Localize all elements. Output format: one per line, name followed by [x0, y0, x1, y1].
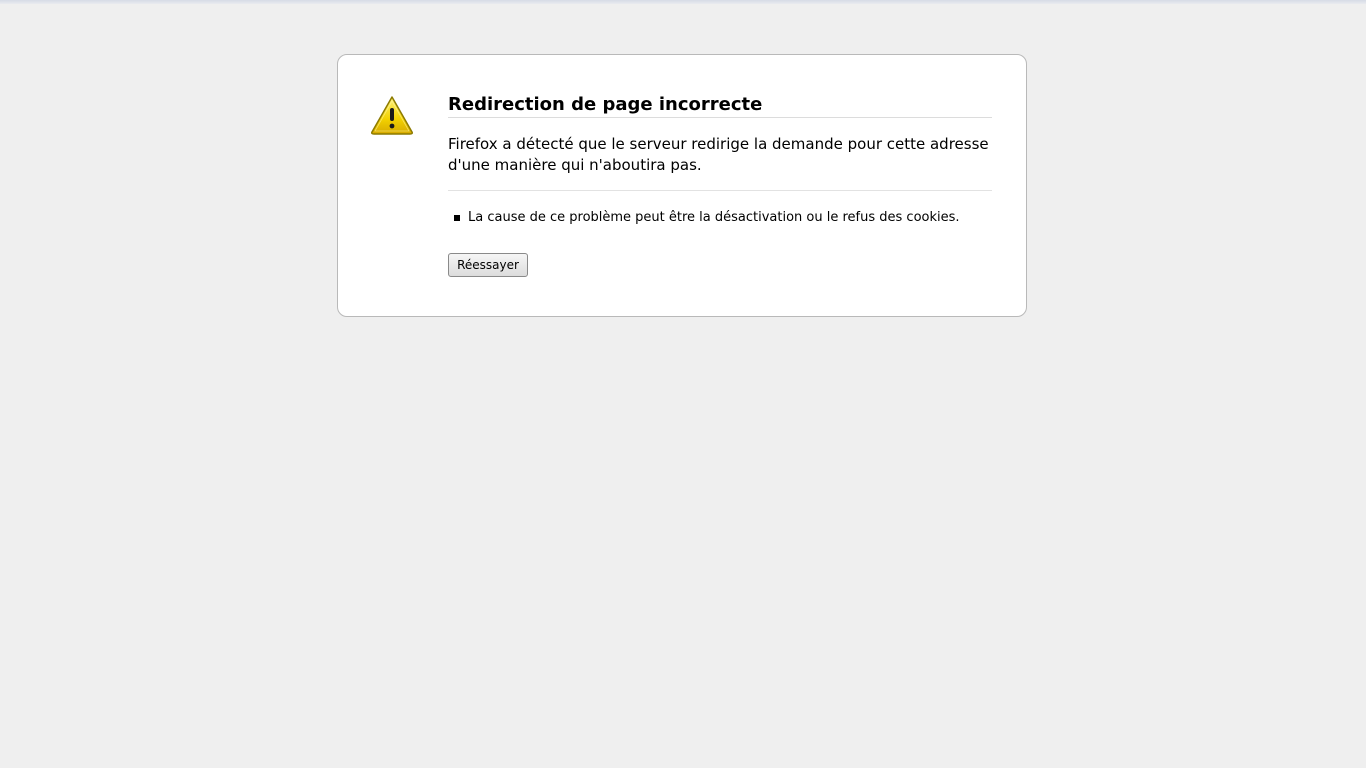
- error-content: Redirection de page incorrecte Firefox a…: [448, 93, 992, 277]
- retry-button[interactable]: Réessayer: [448, 253, 528, 277]
- error-description: Firefox a détecté que le serveur redirig…: [448, 134, 992, 191]
- warning-icon: [370, 95, 414, 135]
- cause-text: La cause de ce problème peut être la dés…: [468, 210, 960, 225]
- bullet-icon: [454, 215, 460, 221]
- top-strip: [0, 0, 1366, 4]
- error-box: Redirection de page incorrecte Firefox a…: [337, 54, 1027, 317]
- causes-list: La cause de ce problème peut être la dés…: [448, 209, 992, 227]
- cause-item: La cause de ce problème peut être la dés…: [448, 209, 992, 227]
- error-title: Redirection de page incorrecte: [448, 93, 992, 118]
